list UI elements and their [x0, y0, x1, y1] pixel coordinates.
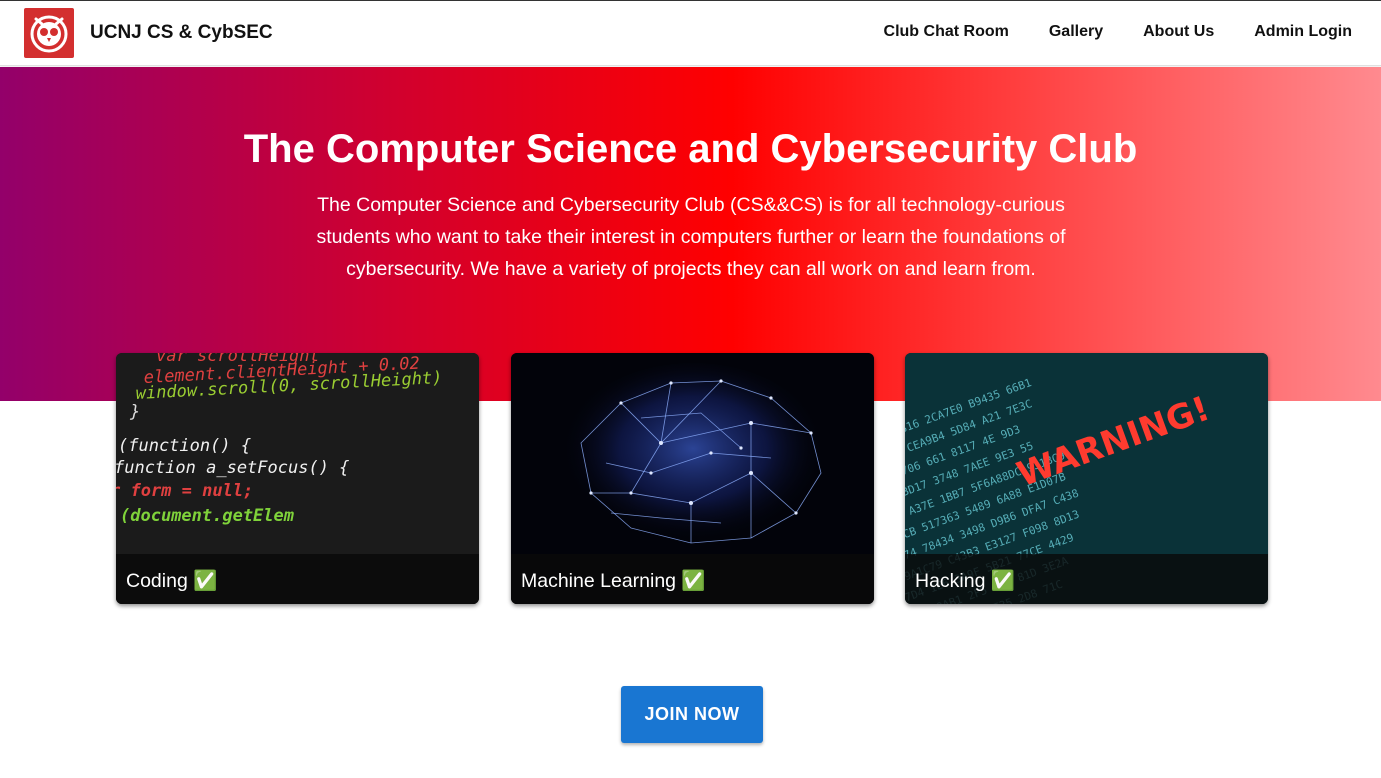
nav-admin-login[interactable]: Admin Login [1254, 23, 1352, 41]
svg-text:(document.getElem: (document.getElem [120, 506, 295, 526]
hero-title: The Computer Science and Cybersecurity C… [243, 127, 1138, 171]
card-caption-coding: Coding ✅ [116, 554, 479, 604]
card-machine-learning[interactable]: Machine Learning ✅ [511, 353, 874, 604]
nav-club-chat-room[interactable]: Club Chat Room [884, 23, 1009, 41]
nav-gallery[interactable]: Gallery [1049, 23, 1103, 41]
join-now-button[interactable]: JOIN NOW [621, 686, 763, 743]
svg-text:function a_setFocus() {: function a_setFocus() { [116, 458, 349, 478]
card-coding[interactable]: var scrollHeight element.clientHeight + … [116, 353, 479, 604]
owl-logo-icon[interactable] [24, 8, 74, 58]
nav-links: Club Chat Room Gallery About Us Admin Lo… [844, 23, 1352, 41]
svg-text:}: } [129, 402, 140, 422]
svg-text:(function() {: (function() { [118, 436, 251, 456]
card-caption-hacking: Hacking ✅ [905, 554, 1268, 604]
navbar: UCNJ CS & CybSEC Club Chat Room Gallery … [0, 0, 1381, 66]
brand-name[interactable]: UCNJ CS & CybSEC [90, 22, 273, 44]
card-caption-machine-learning: Machine Learning ✅ [511, 554, 874, 604]
hero-description: The Computer Science and Cybersecurity C… [316, 194, 1066, 280]
brand[interactable]: UCNJ CS & CybSEC [24, 8, 273, 58]
nav-about-us[interactable]: About Us [1143, 23, 1214, 41]
hero-banner: The Computer Science and Cybersecurity C… [0, 67, 1381, 401]
svg-text:r form = null;: r form = null; [116, 481, 253, 501]
card-hacking[interactable]: A516 9B9816 2CA7E0 B9435 66B1 DAF4961 CE… [905, 353, 1268, 604]
